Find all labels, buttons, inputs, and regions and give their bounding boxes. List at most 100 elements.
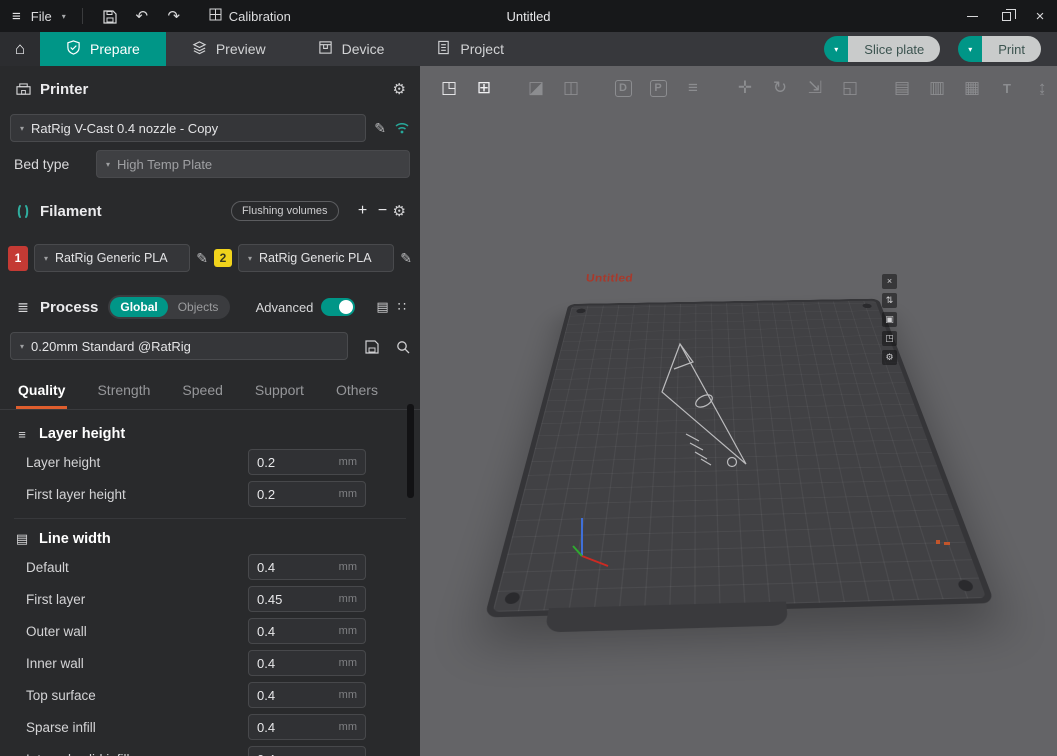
arrange-icon[interactable]: ⊞ <box>471 78 497 98</box>
layers-icon[interactable]: ▤ <box>889 78 915 98</box>
printer-preset-combo[interactable]: ▾ RatRig V-Cast 0.4 nozzle - Copy <box>10 114 366 142</box>
filament-2-badge[interactable]: 2 <box>214 249 232 267</box>
settings-panel: ≡ Layer height Layer height 0.2 mm First… <box>0 410 420 756</box>
flushing-volumes-button[interactable]: Flushing volumes <box>231 201 339 221</box>
print-button[interactable]: ▾ Print <box>958 36 1041 62</box>
printer-connection-icon[interactable] <box>394 119 410 137</box>
subtab-quality[interactable]: Quality <box>16 376 67 409</box>
top-surface-line-width-field[interactable]: 0.4 mm <box>248 682 366 708</box>
pattern-lines-icon[interactable]: ≡ <box>680 78 706 98</box>
slice-plate-button[interactable]: ▾ Slice plate <box>824 36 940 62</box>
sparse-infill-line-width-label: Sparse infill <box>26 720 248 735</box>
filament-1-edit-icon[interactable]: ✎ <box>196 250 208 267</box>
layer-height-group-header: ≡ Layer height <box>0 414 420 446</box>
drawer-icon[interactable]: ▥ <box>924 78 950 98</box>
process-preset-combo[interactable]: ▾ 0.20mm Standard @RatRig <box>10 332 348 360</box>
file-menu-chevron-icon[interactable]: ▾ <box>62 12 66 21</box>
orient-icon[interactable]: ◪ <box>523 78 549 98</box>
file-menu[interactable]: File <box>31 9 52 24</box>
paint-p-icon[interactable]: P <box>645 80 671 97</box>
default-line-width-field[interactable]: 0.4 mm <box>248 554 366 580</box>
subtab-speed[interactable]: Speed <box>180 376 224 409</box>
bed-type-combo[interactable]: ▾ High Temp Plate <box>96 150 410 178</box>
tab-project-label: Project <box>460 41 504 57</box>
internal-solid-infill-line-width-field[interactable]: 0.4 mm <box>248 746 366 756</box>
tab-device-label: Device <box>342 41 385 57</box>
tab-device[interactable]: Device <box>292 32 411 66</box>
plate-arrange-icon[interactable]: ⇅ <box>882 293 897 308</box>
add-plate-icon[interactable]: ◳ <box>436 78 462 98</box>
titlebar-left-group: ≡ File ▾ ↶ ↷ Calibration <box>0 7 291 25</box>
viewport-3d[interactable]: ◳ ⊞ ◪ ◫ D P ≡ ✛ ↻ ⇲ ◱ ▤ ▥ ▦ T ↨ | B Unti… <box>420 66 1057 756</box>
seam-icon[interactable]: ↨ <box>1029 78 1055 98</box>
subtab-others[interactable]: Others <box>334 376 380 409</box>
tab-preview[interactable]: Preview <box>166 32 292 66</box>
assembly-icon[interactable]: ▦ <box>959 78 985 98</box>
scale-icon[interactable]: ⇲ <box>802 78 828 98</box>
undo-icon[interactable]: ↶ <box>131 7 153 25</box>
printer-section-title: Printer <box>40 81 88 98</box>
add-filament-button[interactable]: + <box>353 202 373 220</box>
redo-icon[interactable]: ↷ <box>163 7 185 25</box>
plate-name-label: Untitled <box>585 272 633 285</box>
subtab-support[interactable]: Support <box>253 376 306 409</box>
filament-section-header: Filament Flushing volumes + − ⚙ <box>0 196 420 226</box>
minimize-button[interactable] <box>955 0 989 32</box>
calibration-button[interactable]: Calibration <box>209 8 291 24</box>
parameter-nodes-icon[interactable]: ∷ <box>398 299 406 315</box>
filament-2-edit-icon[interactable]: ✎ <box>400 250 412 267</box>
setting-row: Inner wall 0.4 mm <box>0 647 420 679</box>
first-layer-line-width-field[interactable]: 0.45 mm <box>248 586 366 612</box>
plate-lock-icon[interactable]: ▣ <box>882 312 897 327</box>
plate-delete-icon[interactable]: × <box>882 274 897 289</box>
sidebar-scrollbar[interactable] <box>407 404 414 498</box>
save-preset-icon[interactable] <box>365 338 379 354</box>
filament-2-combo[interactable]: ▾ RatRig Generic PLA <box>238 244 394 272</box>
merge-icon[interactable]: ◫ <box>558 78 584 98</box>
save-icon[interactable] <box>99 8 121 25</box>
plate-settings-icon[interactable]: ⚙ <box>882 350 897 365</box>
filament-settings-gear-icon[interactable]: ⚙ <box>393 202 406 220</box>
print-label[interactable]: Print <box>982 36 1041 62</box>
outer-wall-line-width-field[interactable]: 0.4 mm <box>248 618 366 644</box>
paint-d-icon[interactable]: D <box>610 80 636 97</box>
sidebar: Printer ⚙ ▾ RatRig V-Cast 0.4 nozzle - C… <box>0 66 420 756</box>
tab-prepare[interactable]: Prepare <box>40 32 166 66</box>
scope-global-button[interactable]: Global <box>110 297 167 317</box>
parameter-list-icon[interactable]: ▤ <box>376 299 388 315</box>
slice-options-chevron-icon[interactable]: ▾ <box>824 36 848 62</box>
plate-screw <box>862 304 872 309</box>
text-tool-icon[interactable]: T <box>994 81 1020 96</box>
scope-objects-button[interactable]: Objects <box>168 297 229 317</box>
printer-icon <box>14 81 32 97</box>
remove-filament-button[interactable]: − <box>373 202 393 220</box>
process-preset-value: 0.20mm Standard @RatRig <box>31 339 191 354</box>
tab-project[interactable]: Project <box>410 32 530 66</box>
filament-1-combo[interactable]: ▾ RatRig Generic PLA <box>34 244 190 272</box>
printer-section-header: Printer ⚙ <box>0 74 420 104</box>
advanced-toggle[interactable] <box>321 298 355 316</box>
layer-height-field[interactable]: 0.2 mm <box>248 449 366 475</box>
move-icon[interactable]: ✛ <box>732 78 758 98</box>
first-layer-height-field[interactable]: 0.2 mm <box>248 481 366 507</box>
tab-preview-label: Preview <box>216 41 266 57</box>
maximize-button[interactable] <box>989 0 1023 32</box>
printer-edit-icon[interactable]: ✎ <box>374 120 386 137</box>
inner-wall-line-width-field[interactable]: 0.4 mm <box>248 650 366 676</box>
print-options-chevron-icon[interactable]: ▾ <box>958 36 982 62</box>
subtab-strength[interactable]: Strength <box>95 376 152 409</box>
slice-plate-label[interactable]: Slice plate <box>848 36 940 62</box>
home-button[interactable]: ⌂ <box>0 32 40 66</box>
model-wireframe[interactable] <box>656 338 760 484</box>
rotate-icon[interactable]: ↻ <box>767 78 793 98</box>
first-layer-height-label: First layer height <box>26 487 248 502</box>
search-preset-icon[interactable] <box>396 338 410 354</box>
plate-orient-icon[interactable]: ◳ <box>882 331 897 346</box>
sparse-infill-line-width-field[interactable]: 0.4 mm <box>248 714 366 740</box>
printer-settings-gear-icon[interactable]: ⚙ <box>393 80 406 98</box>
hamburger-menu-icon[interactable]: ≡ <box>12 8 21 25</box>
layer-height-group-icon: ≡ <box>14 427 30 442</box>
filament-1-badge[interactable]: 1 <box>8 246 28 271</box>
lay-flat-icon[interactable]: ◱ <box>837 78 863 98</box>
close-button[interactable]: × <box>1023 0 1057 32</box>
